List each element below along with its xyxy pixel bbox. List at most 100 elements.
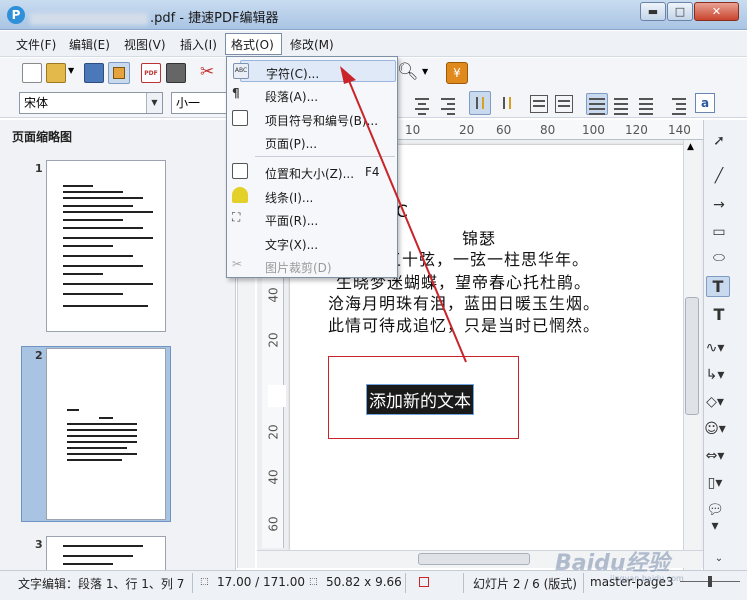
status-size: 50.82 x 9.66 xyxy=(326,575,402,589)
status-separator xyxy=(463,573,464,593)
menu-item-paragraph[interactable]: ¶ 段落(A)... xyxy=(232,84,396,106)
zoom-dropdown-icon[interactable]: ▼ xyxy=(422,67,428,76)
ruler-text-marker xyxy=(268,385,286,407)
status-position: 17.00 / 171.00 xyxy=(217,575,306,589)
menu-format[interactable]: 格式(O) xyxy=(231,36,274,53)
crop-icon: ✂ xyxy=(232,257,243,271)
menu-file[interactable]: 文件(F) xyxy=(16,36,56,53)
numbering-icon[interactable] xyxy=(530,95,548,113)
open-folder-icon[interactable] xyxy=(46,63,66,83)
cut-scissors-icon[interactable]: ✂ xyxy=(200,62,214,82)
status-separator xyxy=(192,573,193,593)
bullets-icon[interactable] xyxy=(555,95,573,113)
blurred-filename xyxy=(30,12,148,25)
align-distribute-icon[interactable] xyxy=(637,95,655,115)
scroll-up-icon[interactable]: ▲ xyxy=(687,142,694,152)
document-modified-icon xyxy=(419,577,429,587)
menu-edit[interactable]: 编辑(E) xyxy=(69,36,110,53)
ruler-tick-label: 120 xyxy=(625,123,648,137)
connector-tool-icon[interactable]: ↳▾ xyxy=(703,367,727,383)
text-direction-tb-icon[interactable] xyxy=(498,93,516,113)
menu-view[interactable]: 视图(V) xyxy=(124,36,166,53)
font-size-select[interactable]: 小一 xyxy=(171,92,229,114)
area-fill-icon: ⛶ xyxy=(232,210,241,224)
status-slide: 幻灯片 2 / 6 (版式) xyxy=(473,577,577,591)
ruler-tick-label: 60 xyxy=(496,123,512,137)
align-left-icon[interactable] xyxy=(586,93,608,115)
menu-modify[interactable]: 修改(M) xyxy=(290,36,334,53)
align-right-icon[interactable] xyxy=(439,95,457,115)
menu-item-character[interactable]: ABC 字符(C)... xyxy=(233,60,396,82)
ruler-tick-label: 60 xyxy=(266,516,281,532)
list-indent-icon[interactable] xyxy=(670,95,688,115)
ruler-tick-label: 140 xyxy=(668,123,691,137)
abc-icon: ABC xyxy=(233,63,249,79)
maximize-button[interactable]: □ xyxy=(667,2,693,21)
vertical-text-tool-icon[interactable]: T xyxy=(707,305,731,324)
align-justify-icon[interactable] xyxy=(612,95,630,115)
select-pointer-icon[interactable]: ➚ xyxy=(707,133,731,149)
thumbnail-panel-title: 页面缩略图 xyxy=(12,130,73,144)
horizontal-scroll-thumb[interactable] xyxy=(418,553,530,565)
new-document-icon[interactable] xyxy=(22,63,42,83)
chevron-down-icon[interactable]: ▼ xyxy=(146,93,162,113)
block-arrows-icon[interactable]: ⇔▾ xyxy=(703,448,727,464)
ruler-tick-label: 20 xyxy=(266,332,281,348)
menu-separator xyxy=(255,156,395,157)
poem-line[interactable]: 端五十弦，一弦一柱思华年。 xyxy=(368,246,589,270)
text-tool-icon[interactable]: T xyxy=(706,276,730,297)
menu-insert[interactable]: 插入(I) xyxy=(180,36,217,53)
menu-item-crop: ✂ 图片裁剪(D) xyxy=(232,257,332,275)
font-name-select[interactable]: 宋体 ▼ xyxy=(19,92,163,114)
print-icon[interactable] xyxy=(166,63,186,83)
app-logo-icon: P xyxy=(7,6,25,24)
rectangle-tool-icon[interactable]: ▭ xyxy=(707,224,731,240)
window-title: .pdf - 捷速PDF编辑器 xyxy=(30,7,279,26)
flowchart-icon[interactable]: ▯▾ xyxy=(703,475,727,491)
poem-line[interactable]: 沧海月明珠有泪，蓝田日暖玉生烟。 xyxy=(328,290,600,314)
menu-item-page[interactable]: 页面(P)... xyxy=(240,131,396,153)
thumbnail-page-3[interactable] xyxy=(46,536,166,570)
align-center-icon[interactable] xyxy=(413,95,431,115)
ellipse-tool-icon[interactable]: ⬭ xyxy=(707,250,731,266)
line-tool-icon[interactable]: ╱ xyxy=(707,168,731,184)
zoom-slider[interactable] xyxy=(680,576,740,588)
line-icon xyxy=(232,187,248,203)
menu-item-line[interactable]: 线条(I)... xyxy=(232,185,396,207)
more-tools-icon[interactable]: ⌄ xyxy=(707,553,731,564)
position-icon: ⬚ xyxy=(200,577,209,587)
menu-item-position-size[interactable]: 位置和大小(Z)... F4 xyxy=(232,161,396,183)
edit-mode-icon[interactable] xyxy=(108,62,130,84)
menu-bar xyxy=(0,31,747,57)
arrow-line-icon[interactable]: → xyxy=(707,197,731,213)
purchase-icon[interactable]: ¥ xyxy=(446,62,468,84)
minimize-button[interactable]: ▬ xyxy=(640,2,666,21)
font-name-value: 宋体 xyxy=(24,96,49,110)
window-title-text: .pdf - 捷速PDF编辑器 xyxy=(150,11,279,26)
thumbnail-page-1[interactable] xyxy=(46,160,166,332)
menu-shortcut: F4 xyxy=(365,165,380,179)
curve-tool-icon[interactable]: ∿▾ xyxy=(703,340,727,356)
basic-shapes-icon[interactable]: ◇▾ xyxy=(703,394,727,410)
watermark-url: jingyan.baidu.com xyxy=(610,574,684,583)
symbol-shapes-icon[interactable]: ☺▾ xyxy=(703,421,727,437)
text-direction-lr-icon[interactable] xyxy=(469,91,491,115)
ruler-tick-label: 10 xyxy=(405,123,421,137)
new-text-box[interactable]: 添加新的文本 xyxy=(366,384,474,415)
close-button[interactable]: ✕ xyxy=(694,2,739,21)
poem-line[interactable]: 此情可待成追忆，只是当时已惘然。 xyxy=(328,312,600,336)
character-format-icon[interactable]: a xyxy=(695,93,715,113)
menu-item-bullets-numbering[interactable]: 项目符号和编号(B)... xyxy=(232,108,396,130)
callout-icon[interactable]: 💬︎▾ xyxy=(703,502,727,534)
zoom-icon[interactable]: 🔍︎ xyxy=(397,62,419,82)
thumbnail-page-number: 3 xyxy=(35,538,43,551)
thumbnail-page-number: 1 xyxy=(35,162,43,175)
vertical-scroll-thumb[interactable] xyxy=(685,297,699,415)
export-pdf-icon[interactable]: PDF xyxy=(141,63,161,83)
save-icon[interactable] xyxy=(84,63,104,83)
ruler-tick-label: 40 xyxy=(266,469,281,485)
open-dropdown-icon[interactable]: ▼ xyxy=(68,66,74,75)
menu-item-area[interactable]: ⛶ 平面(R)... xyxy=(232,208,396,230)
menu-item-text[interactable]: 文字(X)... xyxy=(240,232,396,254)
thumbnail-page-2[interactable] xyxy=(46,348,166,520)
